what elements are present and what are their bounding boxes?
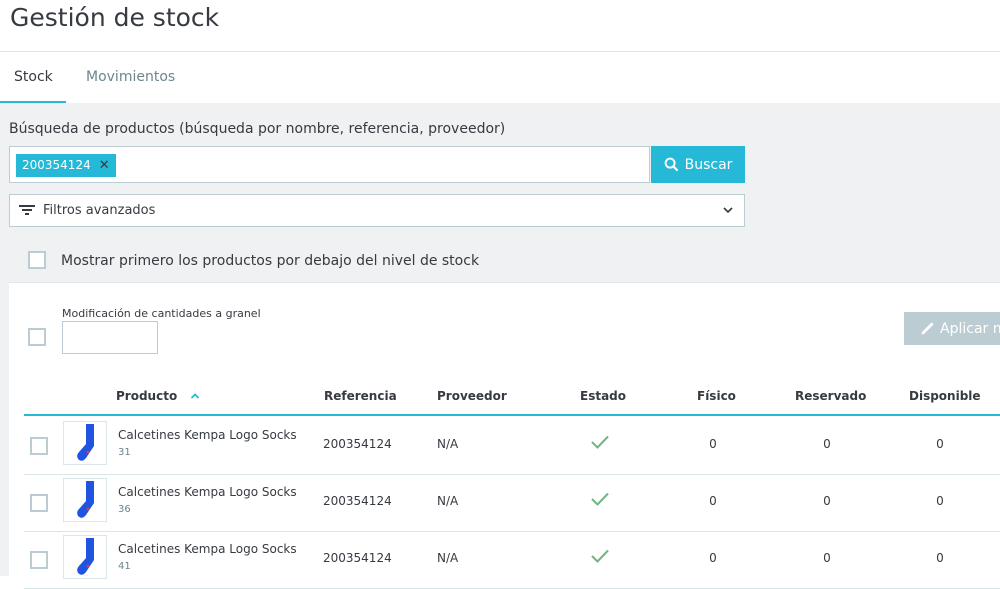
checkmark-icon bbox=[591, 492, 609, 506]
search-input[interactable] bbox=[120, 151, 644, 180]
product-thumbnail bbox=[63, 535, 107, 579]
column-header-status: Estado bbox=[580, 389, 627, 403]
reserved-cell: 0 bbox=[823, 494, 831, 508]
physical-cell: 0 bbox=[709, 551, 717, 565]
select-all-checkbox[interactable] bbox=[28, 328, 46, 346]
tab-movimientos[interactable]: Movimientos bbox=[72, 52, 189, 104]
supplier-cell: N/A bbox=[437, 494, 459, 508]
search-button[interactable]: Buscar bbox=[651, 146, 745, 183]
column-header-reserved[interactable]: Reservado bbox=[795, 389, 866, 403]
reserved-cell: 0 bbox=[823, 437, 831, 451]
row-checkbox[interactable] bbox=[30, 494, 48, 512]
column-header-available[interactable]: Disponible bbox=[909, 389, 981, 403]
page-title: Gestión de stock bbox=[10, 3, 220, 32]
stock-panel: Modificación de cantidades a granel Apli… bbox=[9, 282, 1000, 589]
table-row: Calcetines Kempa Logo Socks 36 200354124… bbox=[24, 474, 1000, 532]
tab-stock[interactable]: Stock bbox=[0, 52, 66, 104]
search-tag: 200354124 ✕ bbox=[16, 154, 116, 177]
sock-image bbox=[77, 538, 94, 575]
product-combination: 41 bbox=[118, 561, 131, 572]
available-cell: 0 bbox=[936, 551, 944, 565]
chevron-up-icon bbox=[191, 393, 200, 399]
supplier-cell: N/A bbox=[437, 437, 459, 451]
product-name[interactable]: Calcetines Kempa Logo Socks bbox=[118, 542, 297, 556]
search-label: Búsqueda de productos (búsqueda por nomb… bbox=[9, 121, 506, 137]
row-checkbox[interactable] bbox=[30, 551, 48, 569]
apply-button-label: Aplicar n bbox=[940, 320, 1000, 337]
product-combination: 36 bbox=[118, 504, 131, 515]
reference-cell: 200354124 bbox=[323, 494, 392, 508]
table-row: Calcetines Kempa Logo Socks 31 200354124… bbox=[24, 417, 1000, 475]
product-combination: 31 bbox=[118, 447, 131, 458]
apply-new-quantity-button[interactable]: Aplicar n bbox=[904, 312, 1000, 345]
search-icon bbox=[664, 157, 678, 172]
bulk-quantity-input[interactable] bbox=[62, 321, 158, 354]
product-thumbnail bbox=[63, 478, 107, 522]
close-icon[interactable]: ✕ bbox=[99, 158, 110, 173]
product-name[interactable]: Calcetines Kempa Logo Socks bbox=[118, 428, 297, 442]
table-header-divider bbox=[24, 414, 1000, 416]
low-stock-label: Mostrar primero los productos por debajo… bbox=[61, 253, 480, 269]
column-header-product-label: Producto bbox=[116, 389, 178, 403]
pencil-icon bbox=[921, 321, 934, 334]
chevron-down-icon bbox=[723, 207, 733, 214]
tabs-bar: Stock Movimientos bbox=[0, 51, 1000, 104]
low-stock-option: Mostrar primero los productos por debajo… bbox=[28, 251, 479, 273]
physical-cell: 0 bbox=[709, 437, 717, 451]
product-thumbnail bbox=[63, 421, 107, 465]
supplier-cell: N/A bbox=[437, 551, 459, 565]
product-name[interactable]: Calcetines Kempa Logo Socks bbox=[118, 485, 297, 499]
checkmark-icon bbox=[591, 549, 609, 563]
search-button-label: Buscar bbox=[684, 156, 733, 173]
main-content: Búsqueda de productos (búsqueda por nomb… bbox=[0, 103, 1000, 589]
reference-cell: 200354124 bbox=[323, 551, 392, 565]
available-cell: 0 bbox=[936, 437, 944, 451]
reference-cell: 200354124 bbox=[323, 437, 392, 451]
bulk-quantity-label: Modificación de cantidades a granel bbox=[62, 307, 261, 320]
search-field[interactable]: 200354124 ✕ bbox=[9, 146, 650, 183]
advanced-filters-label: Filtros avanzados bbox=[43, 203, 156, 218]
column-header-reference[interactable]: Referencia bbox=[324, 389, 397, 403]
checkmark-icon bbox=[591, 435, 609, 449]
physical-cell: 0 bbox=[709, 494, 717, 508]
filter-icon bbox=[19, 205, 35, 215]
available-cell: 0 bbox=[936, 494, 944, 508]
search-tag-label: 200354124 bbox=[22, 158, 91, 172]
table-row: Calcetines Kempa Logo Socks 41 200354124… bbox=[24, 531, 1000, 589]
sock-image bbox=[77, 481, 94, 518]
column-header-physical[interactable]: Físico bbox=[697, 389, 736, 403]
row-checkbox[interactable] bbox=[30, 437, 48, 455]
column-header-product[interactable]: Producto bbox=[116, 389, 200, 403]
column-header-supplier[interactable]: Proveedor bbox=[437, 389, 507, 403]
low-stock-checkbox[interactable] bbox=[28, 251, 46, 269]
header: Gestión de stock bbox=[0, 0, 1000, 50]
reserved-cell: 0 bbox=[823, 551, 831, 565]
sock-image bbox=[77, 424, 94, 461]
advanced-filters-toggle[interactable]: Filtros avanzados bbox=[9, 194, 745, 227]
